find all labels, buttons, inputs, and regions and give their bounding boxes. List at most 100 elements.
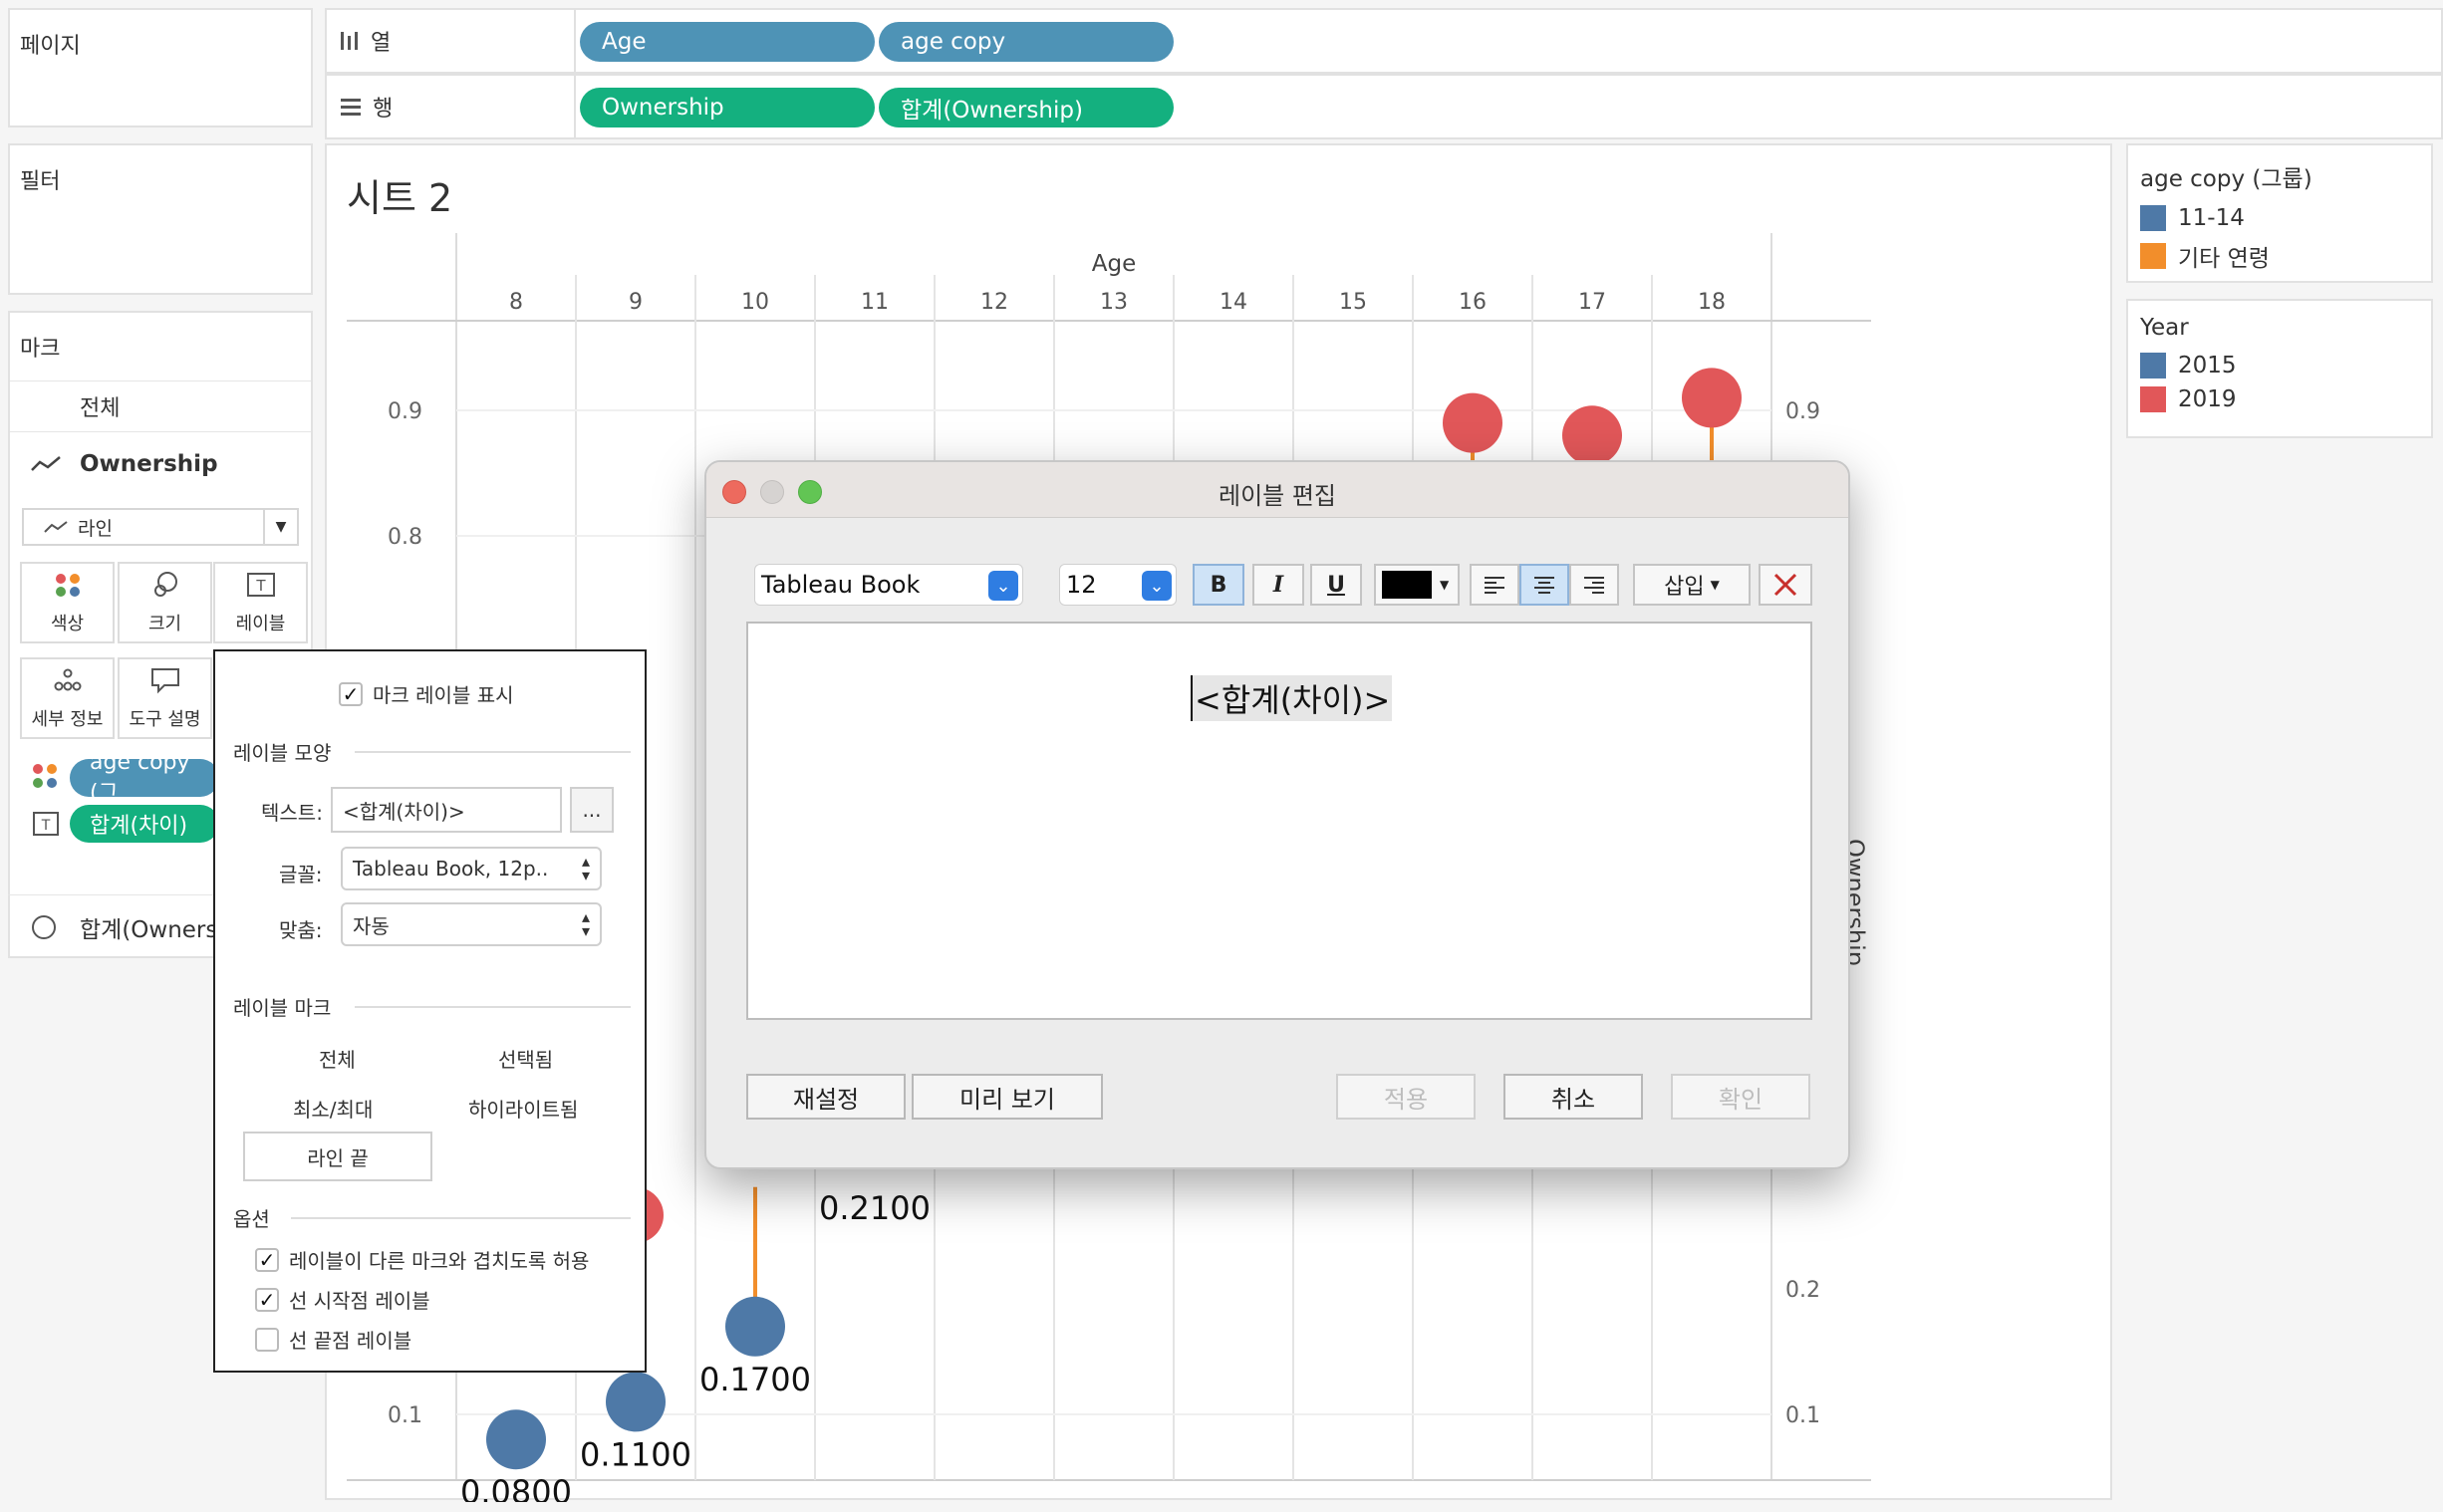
font-family-select[interactable]: Tableau Book ⌄ xyxy=(754,564,1023,606)
marks-ownership-tab[interactable]: Ownership xyxy=(10,434,311,494)
x-tick-label: 9 xyxy=(629,290,643,315)
checkbox-checked[interactable]: ✓ xyxy=(255,1247,279,1272)
opt-all[interactable]: 전체 xyxy=(319,1044,356,1073)
row-pill-ownership-label: Ownership xyxy=(602,95,724,121)
chevron-down-icon: ▼ xyxy=(1710,578,1720,592)
data-label: 0.1100 xyxy=(580,1435,691,1473)
data-point xyxy=(1682,368,1742,428)
legend-item[interactable]: 기타 연령 xyxy=(2128,235,2431,277)
y-tick-label: 0.1 xyxy=(388,1403,422,1428)
text-field-label: 텍스트: xyxy=(261,801,323,825)
font-select[interactable]: Tableau Book, 12p.. ▴ ▾ xyxy=(341,847,602,890)
bold-label: B xyxy=(1210,572,1227,598)
text-field[interactable]: <합계(차이)> xyxy=(331,787,562,833)
detail-tile-label: 세부 정보 xyxy=(31,709,104,730)
editor-text: <합계(차이)> xyxy=(1191,675,1393,721)
opt-selected[interactable]: 선택됨 xyxy=(498,1044,553,1073)
row-pill-sum-ownership[interactable]: 합계(Ownership) xyxy=(879,88,1174,127)
data-point xyxy=(725,1296,785,1357)
legend-item[interactable]: 2019 xyxy=(2128,382,2431,416)
checkbox-checked[interactable]: ✓ xyxy=(255,1287,279,1312)
preview-button[interactable]: 미리 보기 xyxy=(912,1074,1103,1120)
legend-swatch xyxy=(2140,353,2166,378)
label-tile[interactable]: T 레이블 xyxy=(213,562,308,643)
opt-highlighted[interactable]: 하이라이트됨 xyxy=(468,1094,578,1123)
dialog-titlebar[interactable]: 레이블 편집 xyxy=(706,462,1848,518)
columns-icon xyxy=(341,32,358,50)
label-marks-title: 레이블 마크 xyxy=(233,996,332,1020)
ok-button[interactable]: 확인 xyxy=(1671,1074,1810,1120)
reset-label: 재설정 xyxy=(792,1085,860,1114)
x-tick-label: 13 xyxy=(1100,290,1128,315)
bold-button[interactable]: B xyxy=(1193,564,1244,606)
mark-type-dropdown[interactable]: 라인 ▼ xyxy=(22,508,299,546)
label-end-text: 선 끝점 레이블 xyxy=(289,1329,412,1353)
reset-button[interactable]: 재설정 xyxy=(746,1074,906,1120)
align-right-icon xyxy=(1584,577,1604,594)
row-pill-sum-ownership-label: 합계(Ownership) xyxy=(901,98,1083,124)
opt-minmax[interactable]: 최소/최대 xyxy=(293,1094,373,1123)
rows-label-text: 행 xyxy=(373,97,394,122)
checkbox-unchecked[interactable] xyxy=(255,1327,279,1352)
ok-label: 확인 xyxy=(1718,1085,1764,1114)
detail-tile[interactable]: 세부 정보 xyxy=(20,657,115,739)
legend-swatch xyxy=(2140,205,2166,231)
divider xyxy=(355,751,631,753)
data-point xyxy=(486,1409,546,1470)
color-field-pill-label: age copy (그 xyxy=(90,749,190,806)
align-left-button[interactable] xyxy=(1470,564,1519,606)
text-color-button[interactable]: ▼ xyxy=(1374,564,1460,606)
text-field-value: <합계(차이)> xyxy=(343,799,465,824)
marks-all-tab[interactable]: 전체 xyxy=(10,380,311,432)
data-label: 0.0800 xyxy=(460,1473,572,1502)
column-pill-age[interactable]: Age xyxy=(580,22,875,62)
row-pill-ownership[interactable]: Ownership xyxy=(580,88,875,127)
insert-button[interactable]: 삽입 ▼ xyxy=(1633,564,1751,606)
label-start-option[interactable]: ✓ 선 시작점 레이블 xyxy=(255,1285,430,1314)
opt-line-ends[interactable]: 라인 끝 xyxy=(243,1132,432,1181)
x-tick-label: 12 xyxy=(980,290,1008,315)
align-select[interactable]: 자동 ▴ ▾ xyxy=(341,902,602,946)
color-field-pill[interactable]: age copy (그 xyxy=(70,750,219,806)
data-point xyxy=(1443,392,1502,453)
underline-button[interactable]: U xyxy=(1310,564,1362,606)
text-label-icon: T xyxy=(246,573,275,597)
color-tile[interactable]: 색상 xyxy=(20,562,115,643)
y-tick-label: 0.9 xyxy=(1785,399,1820,424)
checkbox-checked[interactable]: ✓ xyxy=(339,681,363,706)
font-family-value: Tableau Book xyxy=(761,571,921,599)
legend-label: 2019 xyxy=(2178,386,2237,412)
font-field-label: 글꼴: xyxy=(279,863,323,886)
tooltip-tile[interactable]: 도구 설명 xyxy=(118,657,212,739)
label-text-editor[interactable]: <합계(차이)> xyxy=(746,622,1812,1020)
show-labels-option[interactable]: ✓ 마크 레이블 표시 xyxy=(339,679,514,708)
text-more-button[interactable]: ... xyxy=(570,787,614,833)
legend-label: 기타 연령 xyxy=(2178,246,2270,272)
label-end-option[interactable]: 선 끝점 레이블 xyxy=(255,1325,411,1354)
italic-button[interactable]: I xyxy=(1252,564,1304,606)
x-tick-label: 16 xyxy=(1459,290,1487,315)
year-legend: Year 2015 2019 xyxy=(2126,299,2433,438)
data-point xyxy=(606,1372,666,1432)
align-center-button[interactable] xyxy=(1519,564,1569,606)
rows-icon xyxy=(341,99,361,116)
tooltip-tile-label: 도구 설명 xyxy=(129,709,201,730)
chevron-down-icon: ▼ xyxy=(263,510,297,544)
font-size-select[interactable]: 12 ⌄ xyxy=(1059,564,1177,606)
size-tile[interactable]: 크기 xyxy=(118,562,212,643)
allow-overlap-text: 레이블이 다른 마크와 겹치도록 허용 xyxy=(289,1249,590,1273)
label-field-pill[interactable]: 합계(차이) xyxy=(70,805,219,843)
align-field-label: 맞춤: xyxy=(279,918,323,942)
apply-button[interactable]: 적용 xyxy=(1336,1074,1476,1120)
column-pill-age-copy[interactable]: age copy xyxy=(879,22,1174,62)
allow-overlap-option[interactable]: ✓ 레이블이 다른 마크와 겹치도록 허용 xyxy=(255,1245,589,1274)
align-right-button[interactable] xyxy=(1569,564,1619,606)
filters-title: 필터 xyxy=(20,169,61,194)
legend-item[interactable]: 2015 xyxy=(2128,349,2431,382)
cancel-button[interactable]: 취소 xyxy=(1503,1074,1643,1120)
clear-button[interactable] xyxy=(1759,564,1812,606)
sum-ownership-label: 합계(Owners xyxy=(80,916,218,943)
legend-item[interactable]: 11-14 xyxy=(2128,201,2431,235)
label-popup: ✓ 마크 레이블 표시 레이블 모양 텍스트: <합계(차이)> ... 글꼴:… xyxy=(213,649,647,1373)
line-mark-icon xyxy=(31,456,61,471)
